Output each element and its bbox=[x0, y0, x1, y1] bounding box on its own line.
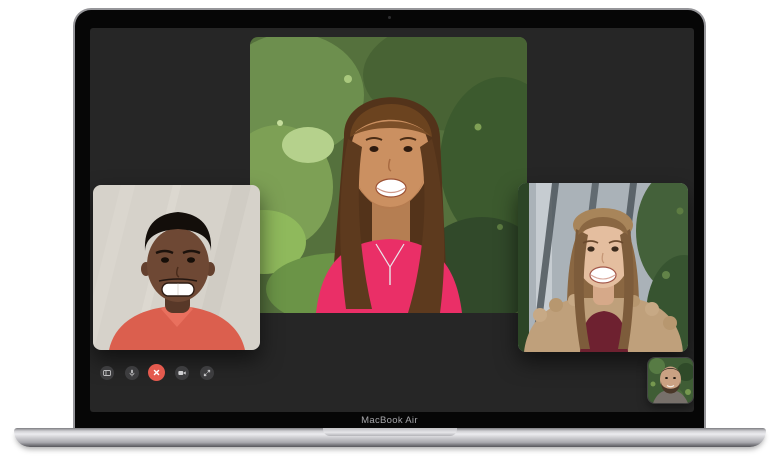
self-view-video bbox=[648, 358, 693, 403]
device-label: MacBook Air bbox=[75, 415, 704, 426]
sidebar-icon bbox=[102, 368, 112, 378]
macbook-base bbox=[14, 428, 766, 447]
end-call-button[interactable] bbox=[148, 364, 165, 381]
macbook-facetime-screenshot: MacBook Air bbox=[0, 0, 780, 458]
participant-right-video bbox=[518, 183, 688, 352]
webcam-icon bbox=[388, 16, 391, 19]
video-tile-self[interactable] bbox=[648, 358, 693, 403]
camera-toggle-button[interactable] bbox=[175, 366, 189, 380]
video-tile-right[interactable] bbox=[518, 183, 688, 352]
video-tile-left[interactable] bbox=[93, 185, 260, 350]
sidebar-toggle-button[interactable] bbox=[100, 366, 114, 380]
mute-button[interactable] bbox=[125, 366, 139, 380]
participant-center-video bbox=[250, 37, 527, 313]
participant-left-video bbox=[93, 185, 260, 350]
fullscreen-button[interactable] bbox=[200, 366, 214, 380]
video-tile-center[interactable] bbox=[250, 37, 527, 313]
hinge-notch bbox=[323, 428, 457, 436]
macbook-lid: MacBook Air bbox=[73, 8, 706, 428]
close-icon bbox=[151, 367, 162, 378]
video-camera-icon bbox=[177, 368, 187, 378]
facetime-window bbox=[90, 28, 694, 412]
fullscreen-icon bbox=[202, 368, 212, 378]
microphone-icon bbox=[127, 368, 137, 378]
